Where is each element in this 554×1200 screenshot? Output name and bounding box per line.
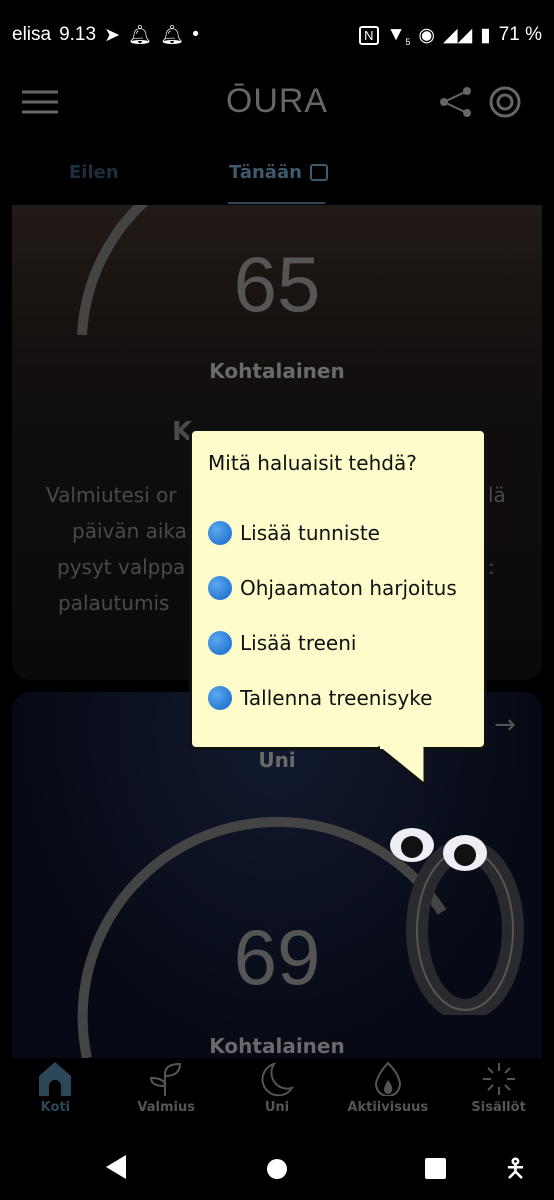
bullet-icon: [208, 520, 232, 545]
sleep-level: Kohtalainen: [209, 1034, 345, 1058]
item-label: Lisää treeni: [240, 630, 357, 655]
nav-label: Valmius: [137, 1100, 195, 1115]
action-popup: Mitä haluaisit tehdä? Lisää tunniste Ohj…: [189, 428, 487, 750]
telegram-icon: ➤: [104, 24, 120, 46]
dot-icon: •: [192, 24, 199, 45]
status-bar: elisa 9.13 ➤ 🔔︎ 🔔︎ • N ▼5 ◉ ◢◢ ▮ 71 %: [12, 18, 542, 52]
bell-icon: 🔔︎: [127, 25, 153, 46]
item-label: Lisää tunniste: [240, 520, 380, 545]
popup-question: Mitä haluaisit tehdä?: [208, 451, 417, 475]
menu-item-add-workout[interactable]: Lisää treeni: [208, 615, 468, 670]
bottom-nav: Koti Valmius Uni Aktiivisuus Sisällöt: [0, 1062, 554, 1137]
nav-label: Aktiivisuus: [347, 1100, 429, 1115]
bullet-icon: [208, 685, 232, 710]
recents-button[interactable]: [425, 1158, 446, 1179]
ring-status-icon: [489, 86, 521, 118]
tab-tanaan[interactable]: Tänään: [229, 162, 328, 183]
paragraph-line: :: [488, 555, 495, 579]
home-button[interactable]: [267, 1159, 287, 1179]
paragraph-line: Valmiutesi or: [46, 483, 177, 507]
nav-label: Koti: [40, 1100, 71, 1115]
ring-mascot: [390, 828, 524, 1015]
item-label: Ohjaamaton harjoitus: [240, 575, 457, 600]
wifi-icon: ▼5: [386, 23, 411, 47]
ring-status-button[interactable]: [488, 85, 522, 123]
tab-label: Tänään: [229, 162, 302, 183]
menu-item-add-tag[interactable]: Lisää tunniste: [208, 505, 468, 560]
flame-icon: [374, 1062, 401, 1096]
paragraph-line: pysyt valppa: [57, 555, 186, 579]
bullet-icon: [208, 630, 232, 655]
home-icon: [39, 1062, 72, 1096]
bell-icon: 🔔︎: [160, 25, 185, 46]
paragraph-line: päivän aika: [72, 519, 187, 543]
system-nav: 🯅︎: [0, 1140, 554, 1200]
clock: 9.13: [59, 24, 97, 45]
menu-item-unguided-session[interactable]: Ohjaamaton harjoitus: [208, 560, 468, 615]
popup-tail: [377, 745, 427, 789]
nav-aktiivisuus[interactable]: Aktiivisuus: [332, 1062, 443, 1137]
sparkle-icon: [482, 1063, 515, 1095]
accessibility-icon[interactable]: 🯅︎: [504, 1150, 527, 1194]
nav-sisallot[interactable]: Sisällöt: [443, 1062, 554, 1137]
nav-valmius[interactable]: Valmius: [111, 1062, 222, 1137]
share-button[interactable]: [440, 86, 472, 122]
nfc-icon: N: [359, 25, 379, 45]
sprout-icon: [150, 1062, 182, 1096]
item-label: Tallenna treenisyke: [240, 685, 433, 710]
bullet-icon: [208, 575, 232, 600]
nav-label: Uni: [264, 1100, 290, 1115]
wifi-call-icon: ◉: [418, 24, 435, 46]
paragraph-line: lä: [488, 483, 506, 507]
nav-koti[interactable]: Koti: [0, 1062, 111, 1137]
tab-indicator: [228, 202, 325, 204]
nav-uni[interactable]: Uni: [222, 1062, 333, 1137]
battery-level: 71 %: [498, 24, 542, 45]
calendar-icon: [309, 164, 328, 181]
tab-eilen[interactable]: Eilen: [69, 162, 119, 183]
nav-label: Sisällöt: [471, 1100, 526, 1115]
readiness-score: 65: [233, 240, 321, 328]
readiness-level: Kohtalainen: [209, 359, 345, 383]
paragraph-line: palautumis: [58, 591, 170, 615]
menu-item-record-heart-rate[interactable]: Tallenna treenisyke: [208, 670, 468, 725]
signal-icon: ◢◢: [442, 24, 473, 46]
carrier: elisa: [12, 24, 52, 45]
back-icon[interactable]: [104, 1154, 128, 1180]
battery-icon: ▮: [480, 24, 491, 46]
share-icon: [440, 87, 471, 117]
moon-icon: [261, 1062, 294, 1096]
